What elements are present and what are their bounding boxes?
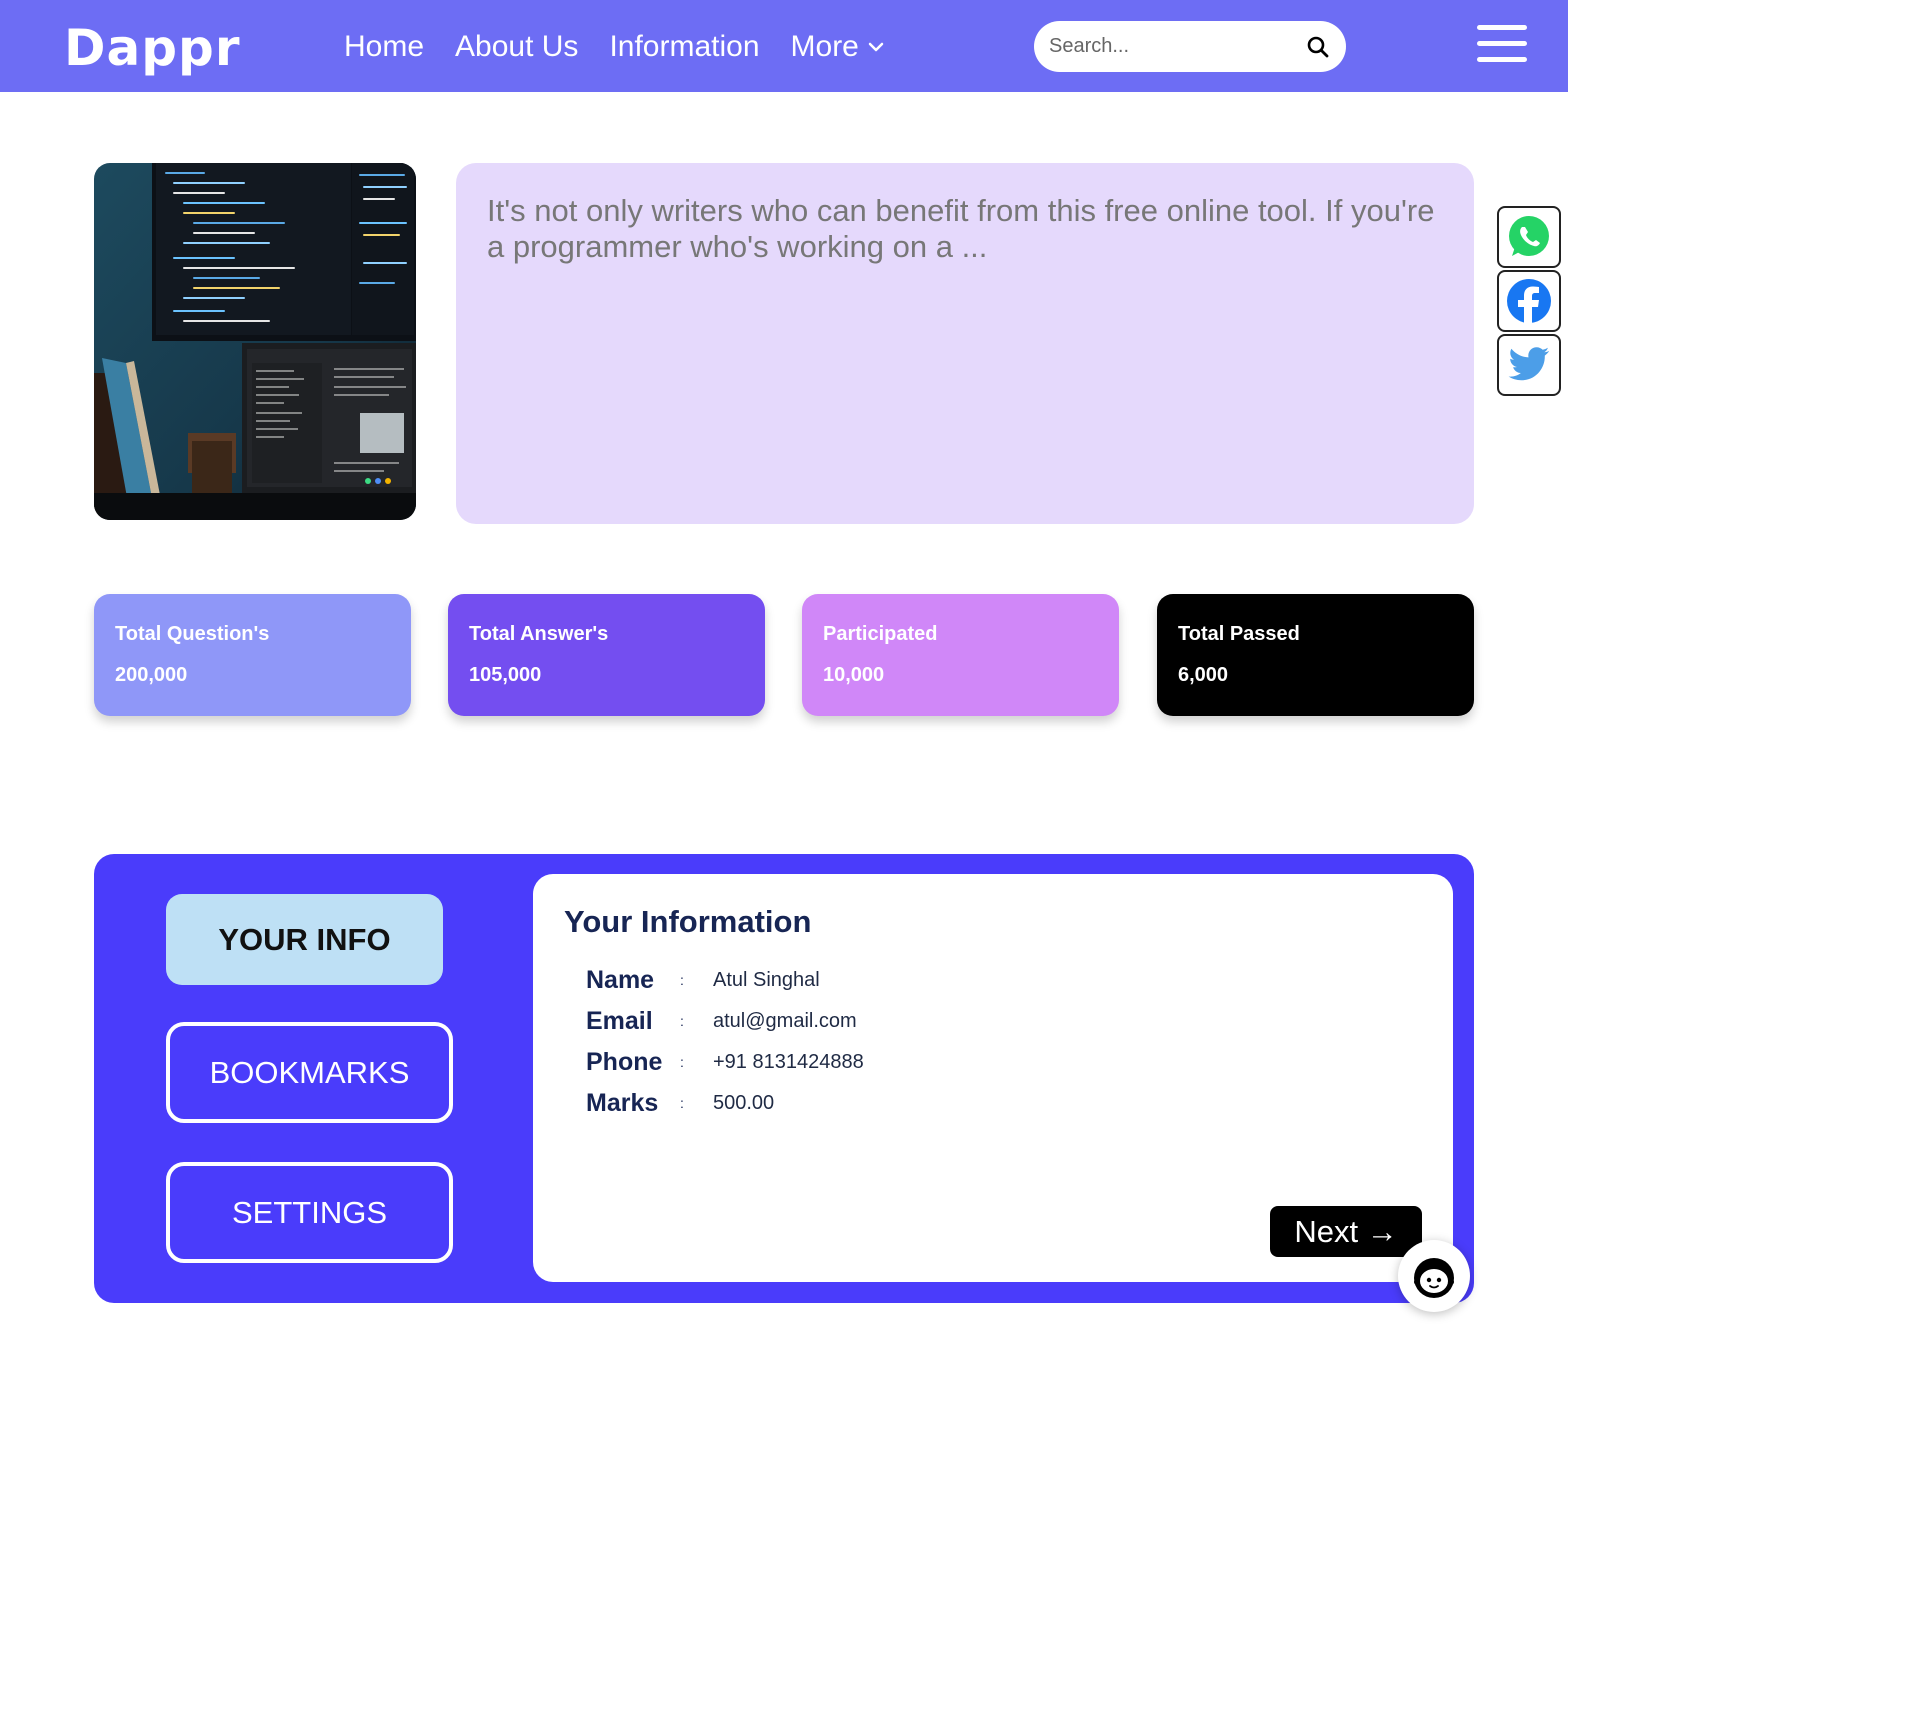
search-bar	[1034, 21, 1346, 72]
profile-panel: YOUR INFO BOOKMARKS SETTINGS Your Inform…	[94, 854, 1474, 1303]
info-title: Your Information	[564, 904, 812, 939]
info-separator: :	[680, 972, 684, 988]
info-key: Phone	[586, 1047, 663, 1076]
intro-text: It's not only writers who can benefit fr…	[487, 193, 1435, 264]
stat-value: 6,000	[1178, 664, 1229, 686]
info-row-phone: Phone : +91 8131424888	[586, 1047, 864, 1077]
tab-bookmarks[interactable]: BOOKMARKS	[166, 1022, 453, 1123]
stat-card-total-answers: Total Answer's 105,000	[448, 594, 765, 716]
stat-label: Total Passed	[1178, 623, 1300, 645]
stat-card-total-passed: Total Passed 6,000	[1157, 594, 1474, 716]
info-row-email: Email : atul@gmail.com	[586, 1006, 857, 1036]
code-monitor-illustration	[94, 163, 416, 520]
stat-value: 105,000	[469, 664, 542, 686]
stat-label: Participated	[823, 623, 938, 645]
stat-label: Total Question's	[115, 623, 270, 645]
hero-photo	[94, 163, 416, 520]
info-value: Atul Singhal	[713, 968, 820, 991]
info-row-marks: Marks : 500.00	[586, 1088, 774, 1118]
info-key: Name	[586, 965, 655, 994]
stat-value: 10,000	[823, 664, 885, 686]
stat-card-total-questions: Total Question's 200,000	[94, 594, 411, 716]
main-nav: Home About Us Information More	[344, 27, 916, 67]
intro-card: It's not only writers who can benefit fr…	[456, 163, 1474, 524]
nav-dropdown-more[interactable]: More	[791, 27, 885, 67]
info-value: +91 8131424888	[713, 1050, 864, 1073]
whatsapp-icon	[1509, 216, 1549, 256]
info-key: Marks	[586, 1088, 659, 1117]
your-information-card: Your Information Name : Atul Singhal Ema…	[533, 874, 1453, 1282]
tab-your-info[interactable]: YOUR INFO	[166, 894, 443, 985]
support-avatar-icon	[1414, 1258, 1454, 1298]
next-button[interactable]: Next →	[1270, 1206, 1422, 1257]
twitter-icon	[1508, 347, 1549, 381]
tab-settings[interactable]: SETTINGS	[166, 1162, 453, 1263]
search-input[interactable]	[1049, 35, 1299, 58]
info-separator: :	[680, 1054, 684, 1070]
stat-card-participated: Participated 10,000	[802, 594, 1119, 716]
whatsapp-share-button[interactable]	[1497, 206, 1561, 268]
stat-value: 200,000	[115, 664, 188, 686]
twitter-share-button[interactable]	[1497, 334, 1561, 396]
brand-logo[interactable]: Dappr	[64, 18, 240, 78]
info-separator: :	[680, 1095, 684, 1111]
nav-link-information[interactable]: Information	[609, 27, 759, 67]
hamburger-menu-icon[interactable]	[1477, 25, 1527, 63]
info-row-name: Name : Atul Singhal	[586, 965, 820, 995]
info-value: atul@gmail.com	[713, 1009, 857, 1032]
search-icon[interactable]	[1306, 35, 1330, 59]
stat-label: Total Answer's	[469, 623, 609, 645]
top-navbar: Dappr Home About Us Information More	[0, 0, 1568, 92]
facebook-icon	[1507, 279, 1551, 323]
info-key: Email	[586, 1006, 653, 1035]
info-separator: :	[680, 1013, 684, 1029]
nav-link-about-us[interactable]: About Us	[455, 27, 578, 67]
chevron-down-icon	[868, 42, 884, 52]
social-share-bar	[1497, 206, 1561, 398]
info-value: 500.00	[713, 1091, 775, 1114]
nav-link-home[interactable]: Home	[344, 27, 424, 67]
nav-more-label: More	[790, 30, 859, 63]
support-chat-button[interactable]	[1398, 1240, 1470, 1312]
facebook-share-button[interactable]	[1497, 270, 1561, 332]
